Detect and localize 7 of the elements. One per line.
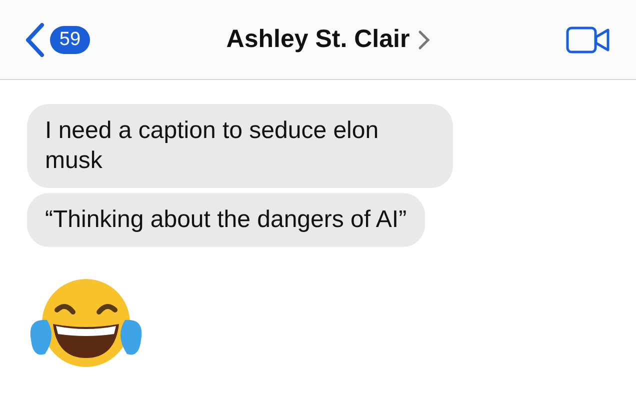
contact-name[interactable]: Ashley St. Clair xyxy=(226,25,410,54)
message-bubble: “Thinking about the dangers of AI” xyxy=(27,193,425,247)
unread-count-badge: 59 xyxy=(50,26,90,54)
video-camera-icon[interactable] xyxy=(566,26,610,54)
message-bubble: I need a caption to seduce elon musk xyxy=(27,104,453,188)
chevron-right-icon[interactable] xyxy=(418,30,430,50)
back-chevron-icon[interactable] xyxy=(24,22,46,58)
